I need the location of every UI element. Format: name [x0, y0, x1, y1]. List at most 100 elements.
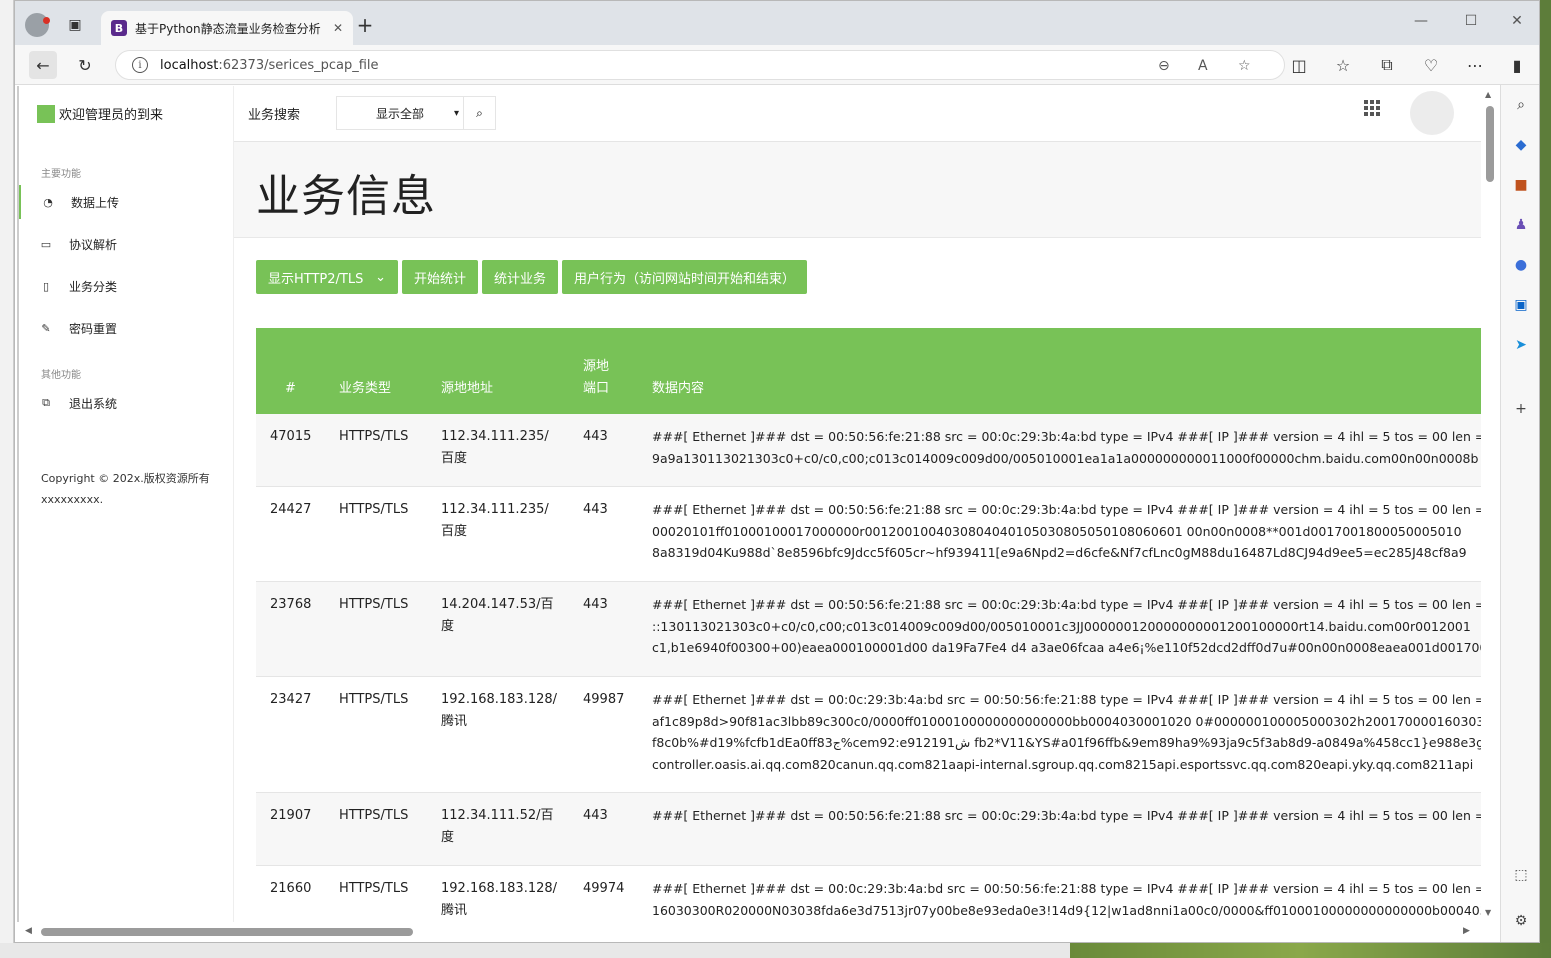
browser-tab[interactable]: B 基于Python静态流量业务检查分析 ✕: [101, 11, 353, 45]
cell-data-line: ###[ Ethernet ]### dst = 00:0c:29:3b:4a:…: [652, 881, 1481, 896]
cell-data-line: c1,b1e6940f00300+00)eaea000100001d00 da1…: [652, 640, 1481, 655]
cell-address: 112.34.111.235/百度: [441, 426, 549, 470]
table-row[interactable]: 47015 HTTPS/TLS 112.34.111.235/百度 443 ###[ E…: [256, 414, 1481, 487]
table-header: # 业务类型 源地地址 源地 端口 数据内容: [256, 328, 1481, 414]
start-stats-button[interactable]: 开始统计: [402, 260, 479, 294]
user-avatar[interactable]: [1410, 91, 1454, 135]
brand[interactable]: 欢迎管理员的到来: [37, 104, 163, 123]
cell-port: 443: [583, 502, 608, 517]
page-title: 业务信息: [256, 171, 436, 222]
read-aloud-icon[interactable]: A: [1198, 51, 1208, 81]
scroll-up-arrow-icon[interactable]: ▲: [1485, 90, 1491, 99]
shopping-tag-icon[interactable]: ◆: [1511, 135, 1531, 155]
sidebar-toggle-icon[interactable]: ▮: [1503, 51, 1531, 79]
performance-icon[interactable]: ♡: [1417, 51, 1445, 79]
copilot-icon[interactable]: ●: [1511, 255, 1531, 275]
section-other-heading: 其他功能: [41, 370, 81, 381]
add-icon[interactable]: +: [1511, 399, 1531, 419]
column-header-port-line: 端口: [583, 381, 610, 396]
games-icon[interactable]: ♟: [1511, 215, 1531, 235]
copyright-line: xxxxxxxxx.: [41, 493, 104, 506]
stats-business-button[interactable]: 统计业务: [482, 260, 559, 294]
cell-id: 23768: [270, 597, 312, 612]
cell-address-line: 112.34.111.52/百: [441, 808, 554, 823]
sidebar-item-label: 退出系统: [69, 396, 118, 411]
table-body: 47015 HTTPS/TLS 112.34.111.235/百度 443 ###[ E…: [256, 414, 1481, 922]
table-row[interactable]: 23427 HTTPS/TLS 192.168.183.128/腾讯 49987 ###…: [256, 677, 1481, 793]
protocol-filter-select[interactable]: 显示HTTP2/TLS ⌄: [256, 260, 398, 294]
info-icon[interactable]: i: [132, 57, 148, 73]
outlook-icon[interactable]: ▣: [1511, 295, 1531, 315]
vertical-scroll-thumb[interactable]: [1486, 106, 1494, 182]
scroll-down-arrow-icon[interactable]: ▼: [1485, 908, 1491, 917]
sidebar-item-password-reset[interactable]: ✎ 密码重置: [19, 311, 234, 345]
refresh-icon[interactable]: ↻: [71, 51, 99, 79]
cell-address-line: 腾讯: [441, 714, 468, 729]
address-bar[interactable]: i localhost:62373/serices_pcap_file ⊖ A …: [115, 50, 1285, 80]
search-label: 业务搜索: [248, 108, 301, 123]
minimize-icon[interactable]: —: [1401, 11, 1441, 31]
sidebar-item-label: 密码重置: [69, 321, 118, 336]
url-text[interactable]: localhost:62373/serices_pcap_file: [160, 58, 379, 73]
favorites-icon[interactable]: ☆: [1329, 51, 1357, 79]
cell-type: HTTPS/TLS: [339, 597, 409, 612]
tab-close-icon[interactable]: ✕: [333, 21, 343, 35]
copyright-line: Copyright © 202x.版权资源所有: [41, 472, 210, 485]
vertical-scrollbar[interactable]: ▲ ▼: [1481, 86, 1500, 922]
device-icon: ▯: [42, 279, 50, 293]
cell-data-line: 9a9a130113021303c0+c0/c0,c00;c013c014009…: [652, 450, 1479, 466]
cell-address-line: 度: [441, 830, 455, 845]
sidebar-item-business-classify[interactable]: ▯ 业务分类: [19, 269, 234, 303]
sidebar-item-logout[interactable]: ⧉ 退出系统: [19, 386, 234, 420]
horizontal-scrollbar[interactable]: ◀ ▶: [15, 922, 1481, 942]
table-row[interactable]: 24427 HTTPS/TLS 112.34.111.235/百度 443 ###[ E…: [256, 487, 1481, 582]
column-header-type: 业务类型: [339, 381, 392, 396]
column-header-port: 源地 端口: [583, 356, 609, 400]
cell-id: 47015: [270, 429, 312, 444]
back-arrow-icon[interactable]: ←: [29, 51, 57, 79]
tools-icon[interactable]: ■: [1511, 175, 1531, 195]
sidebar-item-protocol-parse[interactable]: ▭ 协议解析: [19, 227, 234, 261]
scroll-left-arrow-icon[interactable]: ◀: [25, 926, 32, 936]
cell-data-line: controller.oasis.ai.qq.com820canun.qq.co…: [652, 756, 1474, 772]
cell-data: ###[ Ethernet ]### dst = 00:50:56:fe:21:…: [652, 426, 1481, 469]
cell-address-line: 112.34.111.235/: [441, 502, 549, 517]
business-table: # 业务类型 源地地址 源地 端口 数据内容 47015 HTTPS/TLS 112…: [256, 328, 1481, 922]
navigation-bar: ← ↻ i localhost:62373/serices_pcap_file …: [15, 45, 1539, 85]
table-row[interactable]: 21660 HTTPS/TLS 192.168.183.128/腾讯 49974 ###…: [256, 866, 1481, 922]
more-menu-icon[interactable]: ⋯: [1461, 51, 1489, 79]
screenshot-icon[interactable]: ⬚: [1511, 865, 1531, 885]
settings-gear-icon[interactable]: ⚙: [1511, 911, 1531, 931]
search-filter-select[interactable]: 显示全部 ▾: [336, 96, 464, 130]
sidebar-item-data-upload[interactable]: ◔ 数据上传: [19, 185, 234, 219]
select-value: 显示HTTP2/TLS: [268, 271, 364, 287]
maximize-icon[interactable]: ☐: [1451, 11, 1491, 31]
cell-address-line: 112.34.111.235/: [441, 429, 549, 444]
collections-icon[interactable]: ⧉: [1373, 51, 1401, 79]
action-buttons: 显示HTTP2/TLS ⌄ 开始统计 统计业务 用户行为（访问网站时间开始和结束…: [256, 260, 808, 294]
cell-type: HTTPS/TLS: [339, 692, 409, 707]
close-window-icon[interactable]: ✕: [1497, 11, 1537, 31]
horizontal-scroll-thumb[interactable]: [41, 928, 413, 936]
cell-port: 49987: [583, 692, 625, 707]
cell-address-line: 14.204.147.53/百: [441, 597, 554, 612]
cell-data-line: af1c89p8d>90f81ac3lbb89c300c0/0000ff0100…: [652, 713, 1481, 729]
search-button[interactable]: ⌕: [464, 96, 496, 130]
zoom-out-icon[interactable]: ⊖: [1158, 51, 1170, 81]
send-icon[interactable]: ➤: [1511, 335, 1531, 355]
desktop-background: [0, 943, 1551, 958]
search-icon[interactable]: ⌕: [1511, 95, 1531, 115]
chevron-down-icon: ▾: [453, 107, 459, 119]
cell-data-line: ###[ Ethernet ]### dst = 00:50:56:fe:21:…: [652, 502, 1481, 517]
table-row[interactable]: 21907 HTTPS/TLS 112.34.111.52/百度 443 ###[ Et…: [256, 793, 1481, 866]
tab-actions-icon[interactable]: ▣: [63, 13, 87, 37]
new-tab-icon[interactable]: +: [353, 13, 377, 37]
table-row[interactable]: 23768 HTTPS/TLS 14.204.147.53/百度 443 ###[ Et…: [256, 582, 1481, 677]
cell-data: ###[ Ethernet ]### dst = 00:0c:29:3b:4a:…: [652, 689, 1481, 775]
apps-grid-icon[interactable]: [1364, 100, 1380, 116]
favorite-star-icon[interactable]: ☆: [1238, 51, 1251, 81]
scroll-right-arrow-icon[interactable]: ▶: [1463, 926, 1470, 936]
user-behavior-button[interactable]: 用户行为（访问网站时间开始和结束）: [562, 260, 808, 294]
cell-address: 192.168.183.128/腾讯: [441, 689, 557, 733]
split-screen-icon[interactable]: ◫: [1285, 51, 1313, 79]
